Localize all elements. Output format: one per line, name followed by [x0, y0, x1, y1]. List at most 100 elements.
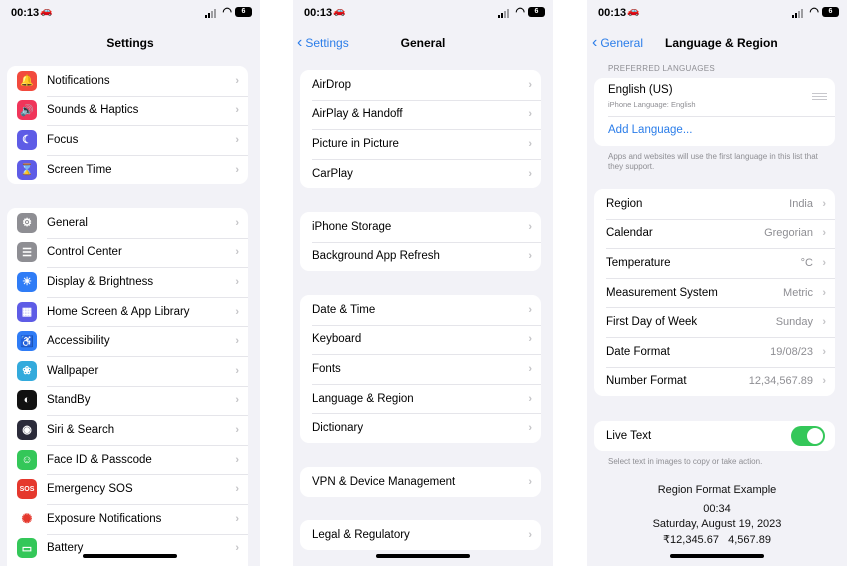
region-item-measurement-system[interactable]: Measurement System Metric ›	[594, 277, 835, 308]
settings-item-legal-and-regulatory[interactable]: Legal & Regulatory ›	[300, 520, 541, 550]
sidebar-item-focus[interactable]: ☾ Focus ›	[7, 125, 248, 155]
settings-item-airdrop[interactable]: AirDrop ›	[300, 70, 541, 100]
sidebar-item-emergency-sos[interactable]: SOS Emergency SOS ›	[7, 474, 248, 504]
row-value: °C	[800, 256, 813, 269]
sidebar-item-siri-and-search[interactable]: ◉ Siri & Search ›	[7, 415, 248, 445]
settings-item-fonts[interactable]: Fonts ›	[300, 354, 541, 384]
chevron-right-icon: ›	[235, 512, 239, 525]
row-label: Face ID & Passcode	[47, 453, 152, 466]
chevron-right-icon: ›	[822, 316, 826, 329]
chevron-right-icon: ›	[528, 333, 532, 346]
row-label: Legal & Regulatory	[312, 528, 410, 541]
region-item-region[interactable]: Region India ›	[594, 189, 835, 219]
reorder-handle-icon[interactable]	[812, 93, 827, 100]
row-label: AirPlay & Handoff	[312, 108, 403, 121]
chevron-right-icon: ›	[235, 453, 239, 466]
wifi-icon: ◠	[515, 6, 525, 18]
live-text-toggle[interactable]	[791, 426, 825, 446]
row-label: Wallpaper	[47, 364, 99, 377]
region-item-calendar[interactable]: Calendar Gregorian ›	[594, 218, 835, 249]
status-time: 00:13	[304, 7, 333, 19]
faceid-icon: ☺	[17, 449, 37, 470]
region-item-date-format[interactable]: Date Format 19/08/23 ›	[594, 336, 835, 367]
sidebar-item-home-screen-and-app-library[interactable]: ▦ Home Screen & App Library ›	[7, 296, 248, 327]
sidebar-item-screen-time[interactable]: ⌛ Screen Time ›	[7, 154, 248, 185]
language-row[interactable]: English (US) iPhone Language: English	[594, 78, 835, 116]
row-label: Battery	[47, 542, 84, 555]
settings-item-date-and-time[interactable]: Date & Time ›	[300, 295, 541, 325]
page-title: Language & Region	[665, 36, 778, 50]
row-label: StandBy	[47, 394, 91, 407]
chevron-right-icon: ›	[528, 78, 532, 91]
languages-footer: Apps and websites will use the first lan…	[608, 152, 818, 171]
wifi-icon: ◠	[809, 6, 819, 18]
settings-item-keyboard[interactable]: Keyboard ›	[300, 324, 541, 355]
row-value: Metric	[783, 286, 813, 299]
row-label: Emergency SOS	[47, 483, 133, 496]
chevron-right-icon: ›	[235, 133, 239, 146]
accessibility-icon: ♿	[17, 331, 37, 352]
settings-item-airplay-and-handoff[interactable]: AirPlay & Handoff ›	[300, 99, 541, 130]
sidebar-item-wallpaper[interactable]: ❀ Wallpaper ›	[7, 355, 248, 386]
car-icon: 🚗	[627, 6, 640, 17]
language-region-screen: 00:13 🚗 ◠ 6 ‹ General Language & Region …	[587, 0, 847, 566]
settings-item-vpn-and-device-management[interactable]: VPN & Device Management ›	[300, 467, 541, 497]
row-value: Gregorian	[764, 227, 813, 240]
exposure-icon: ✺	[17, 508, 37, 529]
sidebar-item-exposure-notifications[interactable]: ✺ Exposure Notifications ›	[7, 503, 248, 534]
gear-icon: ⚙	[17, 212, 37, 233]
region-example-time: 00:34	[703, 503, 731, 515]
add-language-link[interactable]: Add Language...	[608, 124, 692, 136]
row-label: Notifications	[47, 74, 110, 87]
sidebar-item-notifications[interactable]: 🔔 Notifications ›	[7, 66, 248, 96]
chevron-right-icon: ›	[235, 364, 239, 377]
speaker-icon: 🔊	[17, 100, 37, 121]
row-label: AirDrop	[312, 78, 351, 91]
live-text-group: Live Text	[594, 421, 835, 451]
settings-item-background-app-refresh[interactable]: Background App Refresh ›	[300, 241, 541, 272]
sidebar-item-face-id-and-passcode[interactable]: ☺ Face ID & Passcode ›	[7, 444, 248, 475]
chevron-right-icon: ›	[528, 528, 532, 541]
back-button[interactable]: ‹ General	[592, 35, 643, 51]
chevron-right-icon: ›	[235, 275, 239, 288]
settings-item-picture-in-picture[interactable]: Picture in Picture ›	[300, 129, 541, 159]
row-label: Background App Refresh	[312, 250, 440, 263]
sidebar-item-general[interactable]: ⚙ General ›	[7, 208, 248, 238]
signal-icon	[205, 9, 216, 18]
chevron-right-icon: ›	[235, 483, 239, 496]
moon-icon: ☾	[17, 129, 37, 150]
sidebar-item-battery[interactable]: ▭ Battery ›	[7, 533, 248, 564]
sidebar-item-control-center[interactable]: ☰ Control Center ›	[7, 237, 248, 268]
region-item-number-format[interactable]: Number Format 12,34,567.89 ›	[594, 366, 835, 397]
region-item-first-day-of-week[interactable]: First Day of Week Sunday ›	[594, 307, 835, 337]
preferred-languages-header: PREFERRED LANGUAGES	[608, 64, 716, 73]
chevron-right-icon: ›	[528, 220, 532, 233]
sidebar-item-accessibility[interactable]: ♿ Accessibility ›	[7, 326, 248, 356]
chevron-right-icon: ›	[235, 74, 239, 87]
battery-icon: ▭	[17, 538, 37, 559]
standby-icon: ◐	[17, 390, 37, 411]
sidebar-item-standby[interactable]: ◐ StandBy ›	[7, 385, 248, 416]
settings-item-carplay[interactable]: CarPlay ›	[300, 158, 541, 189]
row-label: Date & Time	[312, 303, 376, 316]
chevron-right-icon: ›	[528, 250, 532, 263]
grid-icon: ▦	[17, 301, 37, 322]
status-time: 00:13	[598, 7, 627, 19]
sidebar-item-sounds-and-haptics[interactable]: 🔊 Sounds & Haptics ›	[7, 95, 248, 126]
settings-item-language-and-region[interactable]: Language & Region ›	[300, 383, 541, 414]
chevron-right-icon: ›	[822, 197, 826, 210]
row-label: Dictionary	[312, 422, 364, 435]
settings-item-iphone-storage[interactable]: iPhone Storage ›	[300, 212, 541, 242]
row-value: 12,34,567.89	[748, 375, 813, 388]
siri-icon: ◉	[17, 419, 37, 440]
live-text-label: Live Text	[606, 429, 652, 442]
settings-item-dictionary[interactable]: Dictionary ›	[300, 413, 541, 443]
home-indicator	[670, 554, 764, 558]
sidebar-item-display-and-brightness[interactable]: ☀ Display & Brightness ›	[7, 267, 248, 297]
chevron-right-icon: ›	[235, 423, 239, 436]
row-label: Calendar	[606, 227, 653, 240]
flower-icon: ❀	[17, 360, 37, 381]
signal-icon	[792, 9, 803, 18]
row-value: Sunday	[775, 316, 813, 329]
region-item-temperature[interactable]: Temperature °C ›	[594, 248, 835, 278]
